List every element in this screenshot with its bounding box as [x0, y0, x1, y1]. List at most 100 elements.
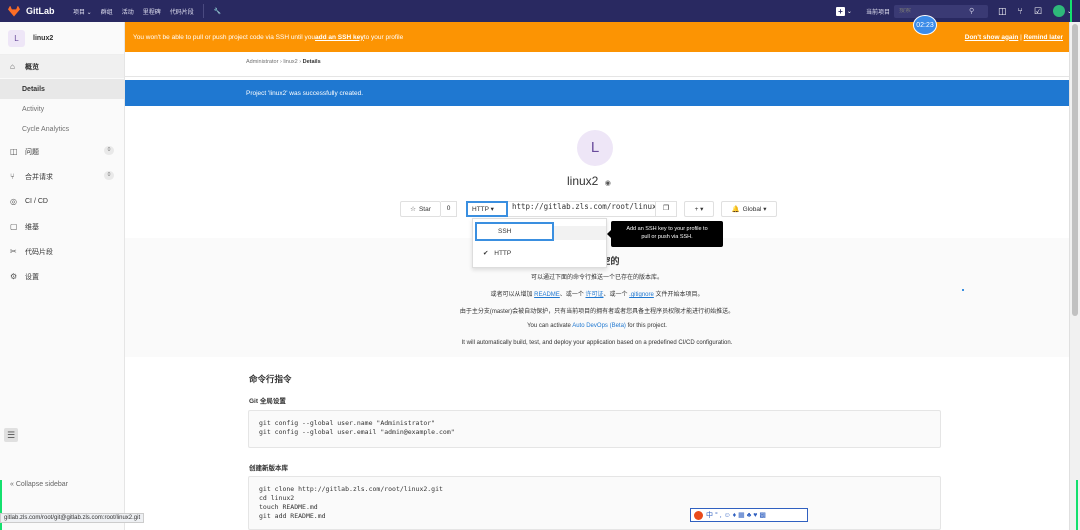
chevron-down-icon: ⌄ — [846, 8, 852, 15]
sidebar-project-name: linux2 — [33, 34, 54, 42]
sidebar-sub-details[interactable]: Details — [0, 79, 124, 99]
merge-count-badge: 0 — [104, 171, 114, 180]
scissors-icon: ✂ — [10, 247, 17, 256]
gear-icon: ⚙ — [10, 272, 18, 281]
user-avatar[interactable] — [1052, 5, 1065, 17]
empty-line-4-text: for this project. — [625, 323, 667, 329]
checkmark-icon: ✔ — [483, 250, 489, 257]
warning-actions: Don't show again | Remind later — [965, 34, 1063, 41]
sidebar-toggle-icon[interactable]: ☰ — [4, 428, 18, 442]
sidebar-item-overview[interactable]: ⌂ 概览 — [0, 55, 124, 78]
breadcrumb-separator: › — [299, 59, 302, 65]
notification-label: Global ▾ — [742, 206, 767, 213]
gitlab-fox-icon — [8, 5, 20, 17]
project-title: linux2 ◉ — [567, 174, 611, 188]
rocket-icon: ◎ — [10, 197, 17, 206]
copy-clipboard-icon[interactable]: ❐ — [656, 201, 677, 217]
empty-line-4: You can activate Auto DevOps (Beta) for … — [125, 323, 1069, 329]
collapse-sidebar-button[interactable]: « Collapse sidebar — [10, 481, 68, 488]
dropdown-item-http-label: HTTP — [494, 250, 512, 257]
ssh-tooltip: Add an SSH key to your profile to pull o… — [607, 221, 723, 247]
sidebar-sub-activity[interactable]: Activity — [0, 99, 124, 119]
stray-dot — [962, 289, 964, 291]
admin-wrench-icon[interactable]: 🔧 — [214, 8, 221, 15]
nav-right: + ⌄ 当前项目 ⚲ ◫ ⑂ ☑ ⌄ — [835, 0, 1080, 22]
sidebar-item-wiki[interactable]: ▢ 维基 — [0, 214, 124, 239]
dropdown-item-http[interactable]: ✔ HTTP — [483, 249, 511, 257]
git-global-heading: Git 全局设置 — [249, 398, 286, 405]
nav-link-groups[interactable]: 群组 — [101, 7, 113, 16]
command-line-title: 命令行指令 — [249, 374, 292, 384]
todo-icon[interactable]: ☑ — [1034, 6, 1042, 17]
gitlab-logo[interactable]: GitLab — [0, 5, 73, 17]
add-dropdown-button[interactable]: + ▾ — [684, 201, 714, 217]
breadcrumb-root[interactable]: Administrator — [246, 59, 278, 65]
notification-dropdown-button[interactable]: 🔔 Global ▾ — [721, 201, 777, 217]
project-avatar: L — [8, 29, 25, 47]
sidebar-sub-cycle-analytics[interactable]: Cycle Analytics — [0, 119, 124, 139]
collapse-sidebar-label: Collapse sidebar — [15, 481, 69, 488]
license-link[interactable]: 许可证 — [585, 292, 603, 298]
remind-later-link[interactable]: Remind later — [1024, 34, 1063, 41]
plus-icon: + — [835, 6, 845, 16]
empty-line-1: 可以通过下面的命令行推送一个已存在的版本库。 — [530, 275, 663, 281]
star-button[interactable]: ☆ Star — [400, 201, 441, 217]
vertical-scrollbar[interactable] — [1069, 22, 1080, 530]
sidebar-item-merge-requests[interactable]: ⑂ 合并请求 0 — [0, 164, 124, 189]
auto-devops-link[interactable]: Auto DevOps (Beta) — [572, 323, 626, 329]
ime-logo-icon — [694, 510, 703, 520]
breadcrumb-project[interactable]: linux2 — [283, 59, 297, 65]
nav-link-milestones[interactable]: 里程碑 — [143, 7, 161, 16]
empty-line-2-text: 或者可以从增加 — [490, 292, 535, 298]
add-ssh-key-link[interactable]: add an SSH key — [315, 34, 364, 41]
empty-line-2-text: 、或一个 — [603, 292, 630, 298]
nav-link-projects[interactable]: 项目 ⌄ — [73, 7, 92, 16]
project-title-text: linux2 — [567, 174, 599, 188]
empty-line-3: 由于主分支(master)会被自动保护，只有当前项目的拥有者或者您具备主程序员权… — [459, 309, 735, 315]
brand-name: GitLab — [26, 6, 55, 16]
sidebar-item-label: 代码片段 — [25, 248, 53, 256]
readme-link[interactable]: README — [534, 292, 560, 298]
success-message: Project 'linux2' was successfully create… — [246, 89, 364, 97]
new-dropdown[interactable]: + ⌄ — [835, 6, 852, 16]
nav-link-snippets[interactable]: 代码片段 — [170, 7, 194, 16]
dropdown-item-ssh[interactable]: SSH — [475, 222, 554, 241]
git-global-code[interactable]: git config --global user.name "Administr… — [248, 410, 941, 448]
success-flash[interactable]: Project 'linux2' was successfully create… — [125, 80, 1069, 106]
sidebar-item-cicd[interactable]: ◎ CI / CD — [0, 189, 124, 214]
tooltip-line-1: Add an SSH key to your profile to — [626, 226, 708, 232]
sidebar-item-label: 合并请求 — [25, 173, 53, 181]
scrollbar-thumb[interactable] — [1072, 24, 1078, 316]
sidebar-project-header[interactable]: L linux2 — [0, 22, 124, 55]
ime-toolbar[interactable]: 中 ° , ☺ ♦ ▦ ♣ ♥ ▩ — [690, 508, 808, 522]
dont-show-again-link[interactable]: Don't show again — [965, 34, 1019, 41]
breadcrumb-separator: › — [279, 59, 282, 65]
merge-request-icon[interactable]: ⑂ — [1017, 6, 1022, 16]
issues-icon[interactable]: ◫ — [998, 6, 1007, 17]
new-repo-heading: 创建新版本库 — [249, 465, 288, 472]
project-actions: ☆ Star 0 HTTP ▾ http://gitlab.zls.com/ro… — [400, 200, 777, 218]
protocol-dropdown-button[interactable]: HTTP ▾ — [466, 201, 508, 217]
ime-toolbar-label: 中 ° , ☺ ♦ ▦ ♣ ♥ ▩ — [706, 512, 766, 519]
breadcrumb-divider — [125, 76, 1069, 77]
tooltip-line-2: pull or push via SSH. — [641, 234, 693, 240]
clone-url-input[interactable]: http://gitlab.zls.com/root/linux2.git — [508, 201, 656, 217]
search-scope-label[interactable]: 当前项目 — [866, 7, 890, 16]
book-icon: ▢ — [10, 222, 18, 231]
empty-line-2-text: 文件开始本项目。 — [653, 292, 704, 298]
sidebar-item-issues[interactable]: ◫ 问题 0 — [0, 139, 124, 164]
sidebar-item-snippets[interactable]: ✂ 代码片段 — [0, 239, 124, 264]
nav-link-activity[interactable]: 活动 — [122, 7, 134, 16]
project-avatar-large: L — [577, 130, 613, 166]
sidebar-item-settings[interactable]: ⚙ 设置 — [0, 264, 124, 289]
empty-line-2-text: 、或一个 — [559, 292, 586, 298]
breadcrumb-current: Details — [302, 59, 321, 65]
star-count[interactable]: 0 — [441, 201, 457, 217]
star-label: Star — [418, 205, 431, 213]
search-box[interactable]: ⚲ — [893, 4, 988, 18]
new-repo-code[interactable]: git clone http://gitlab.zls.com/root/lin… — [248, 476, 941, 530]
gitignore-link[interactable]: .gitignore — [629, 292, 654, 298]
browser-status-url: gitlab.zls.com/root/git@gitlab.zls.com:r… — [0, 513, 145, 523]
search-input[interactable] — [898, 8, 969, 14]
home-icon: ⌂ — [10, 62, 15, 71]
